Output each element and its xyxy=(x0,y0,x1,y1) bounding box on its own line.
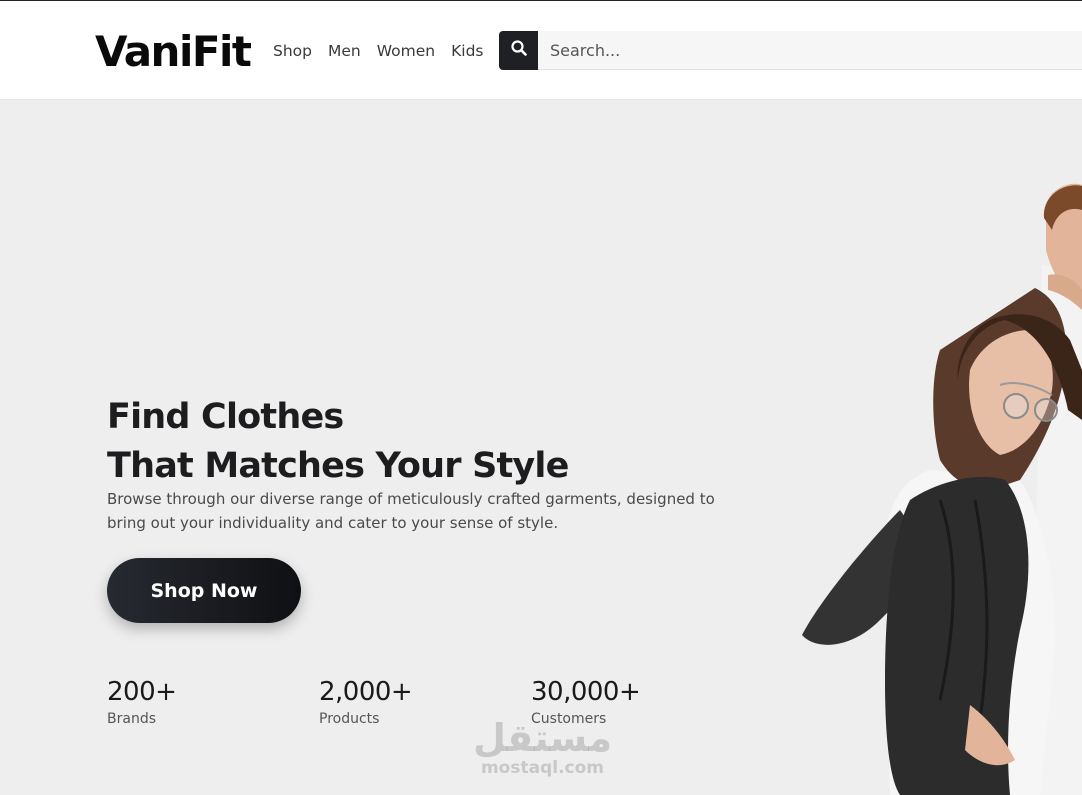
main-nav: Shop Men Women Kids xyxy=(273,42,500,60)
top-navbar: VaniFit Shop Men Women Kids xyxy=(0,0,1082,100)
hero-title-line-2: That Matches Your Style xyxy=(107,446,569,486)
shop-now-button[interactable]: Shop Now xyxy=(107,558,301,623)
watermark-latin: mostaql.com xyxy=(480,758,605,778)
search-bar xyxy=(499,31,1082,70)
female-model xyxy=(802,288,1082,795)
search-input[interactable] xyxy=(538,31,1082,70)
watermark: مستقل mostaql.com xyxy=(470,718,615,778)
search-icon xyxy=(510,40,527,61)
hero-title-line-1: Find Clothes xyxy=(107,397,344,437)
nav-item-kids[interactable]: Kids xyxy=(451,42,483,60)
stat-value: 2,000+ xyxy=(319,677,413,707)
stat-brands: 200+ Brands xyxy=(107,677,177,727)
nav-item-shop[interactable]: Shop xyxy=(273,42,312,60)
hero-models-image xyxy=(802,183,1082,795)
stat-value: 200+ xyxy=(107,677,177,707)
brand-logo[interactable]: VaniFit xyxy=(95,27,252,76)
stat-products: 2,000+ Products xyxy=(319,677,413,727)
watermark-arabic: مستقل xyxy=(473,716,612,760)
nav-item-women[interactable]: Women xyxy=(377,42,435,60)
search-button[interactable] xyxy=(499,31,538,70)
nav-item-men[interactable]: Men xyxy=(328,42,361,60)
stat-label: Products xyxy=(319,711,380,727)
hero-description: Browse through our diverse range of meti… xyxy=(107,490,715,532)
hero-title: Find Clothes That Matches Your Style xyxy=(107,393,569,491)
stat-label: Brands xyxy=(107,711,156,727)
stat-value: 30,000+ xyxy=(531,677,641,707)
